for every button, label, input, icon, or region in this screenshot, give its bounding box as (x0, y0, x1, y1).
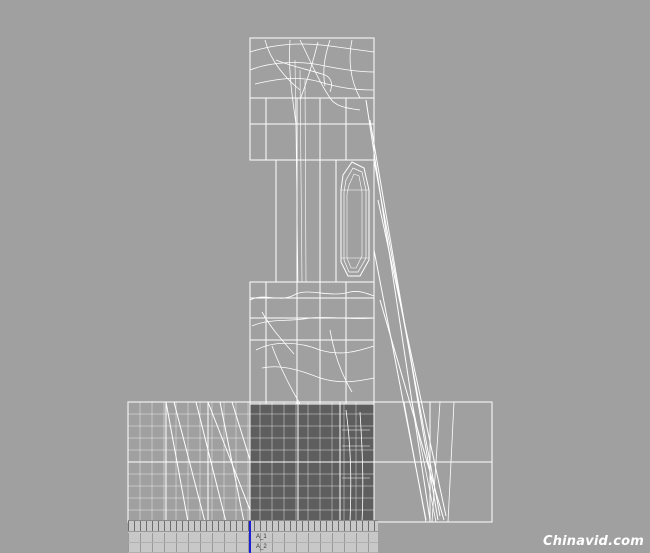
watermark-logo: Chinavid.com (542, 534, 644, 549)
track-label-2: A_2 (256, 544, 267, 550)
timeline-track-1[interactable] (128, 533, 378, 543)
uv-editor-viewport[interactable]: A_1 A_2 Chinavid.com (0, 0, 650, 553)
timeline-ruler[interactable] (128, 521, 378, 532)
timeline-panel[interactable]: A_1 A_2 (128, 520, 378, 553)
track-label-1: A_1 (256, 534, 267, 540)
timeline-playhead[interactable] (249, 521, 251, 553)
selected-uv-region[interactable] (250, 404, 374, 522)
uv-wireframe-canvas[interactable] (0, 0, 650, 552)
